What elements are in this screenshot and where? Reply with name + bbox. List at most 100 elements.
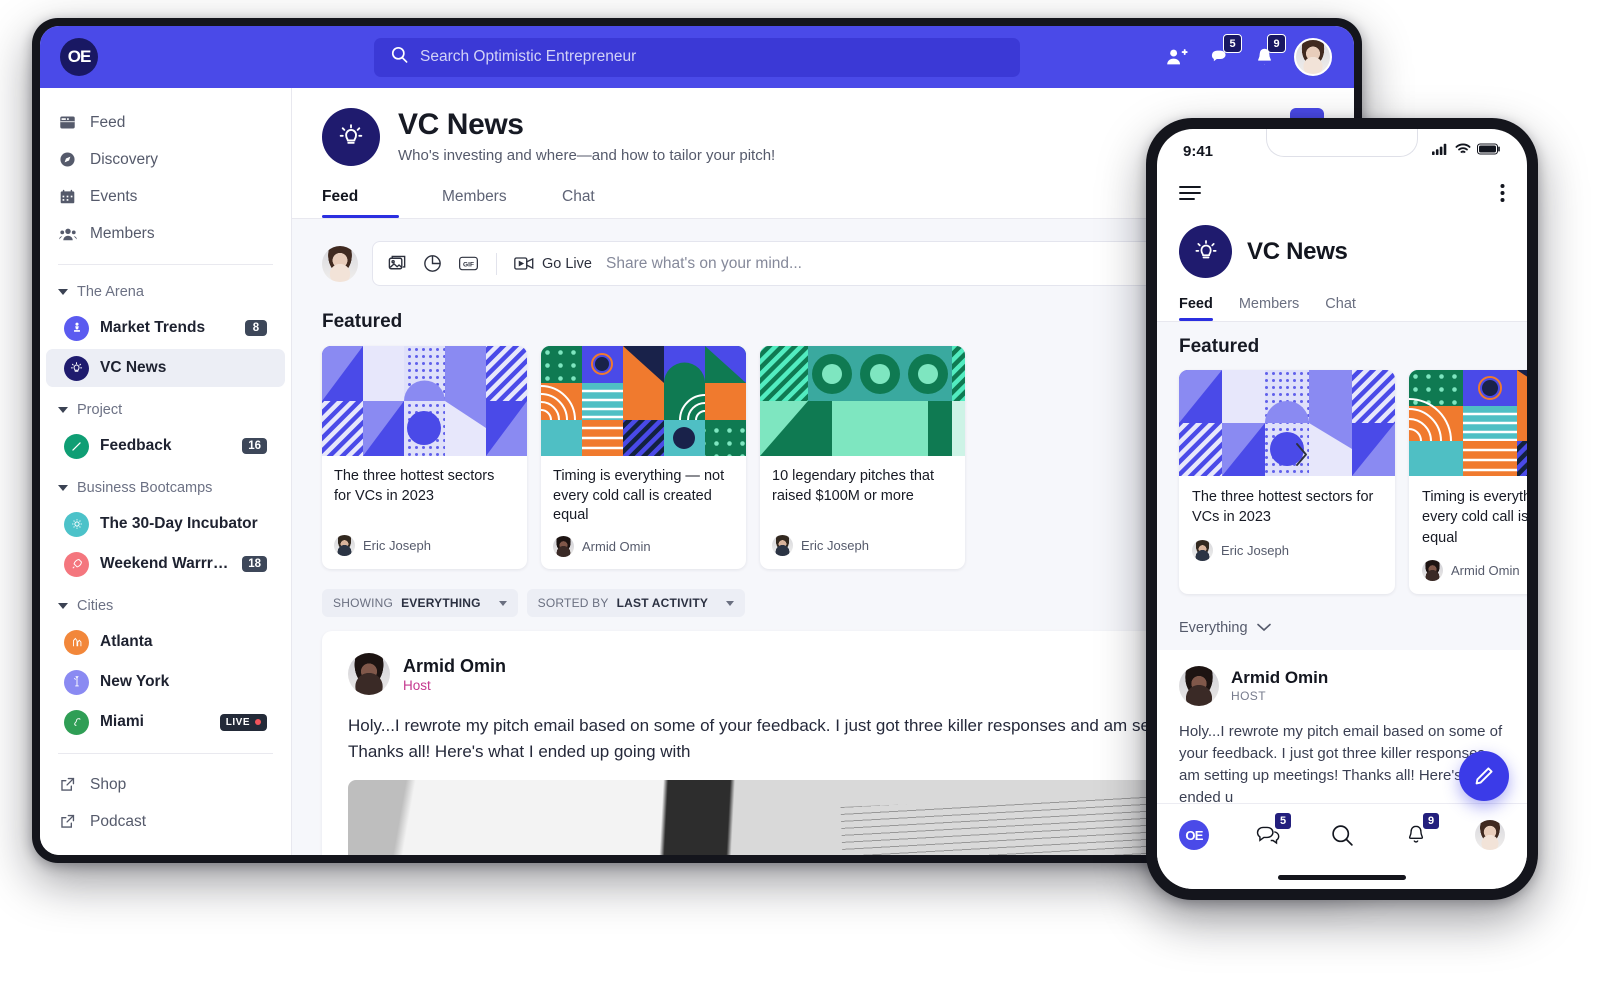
notifications-badge: 9 — [1267, 34, 1286, 53]
phone-featured-carousel[interactable]: The three hottest sectors for VCs in 202… — [1179, 370, 1527, 594]
phone-tab-feed[interactable]: Feed — [1179, 296, 1213, 321]
search-input[interactable] — [420, 48, 1004, 66]
sidebar-divider-footer — [58, 753, 273, 754]
brand-logo-icon[interactable]: OE — [60, 38, 98, 76]
composer-divider — [496, 252, 497, 275]
sidebar-channel-label: Miami — [100, 713, 144, 730]
phone-card-author: Eric Joseph — [1192, 539, 1382, 561]
carousel-next-chevron-right-icon[interactable] — [1293, 441, 1310, 473]
author-name: Armid Omin — [1451, 562, 1520, 578]
sidebar-item-feed[interactable]: Feed — [40, 104, 291, 141]
sidebar-channel-new-york[interactable]: New York — [46, 663, 285, 701]
phone-featured-card[interactable]: Timing is everything — not every cold ca… — [1409, 370, 1527, 594]
sidebar-item-events[interactable]: Events — [40, 178, 291, 215]
showing-value: EVERYTHING — [401, 596, 481, 611]
topbar-actions: 5 9 — [1162, 34, 1332, 76]
phone-group-row: VC News — [1179, 225, 1505, 278]
lightbulb-icon — [64, 355, 89, 381]
phone-post-author-avatar[interactable] — [1179, 665, 1219, 706]
tab-feed[interactable]: Feed — [322, 188, 442, 218]
sidebar-channel-label: New York — [100, 673, 170, 690]
phone-card-body: The three hottest sectors for VCs in 202… — [1179, 476, 1395, 574]
statue-of-liberty-icon — [64, 669, 89, 695]
bottomnav-profile-button[interactable] — [1472, 819, 1508, 851]
sorted-by-dropdown[interactable]: SORTED BY LAST ACTIVITY — [526, 589, 746, 618]
sidebar-group-label: Business Bootcamps — [77, 480, 213, 496]
live-badge: LIVE — [219, 713, 267, 731]
bottomnav-home-button[interactable]: OE — [1176, 819, 1212, 851]
sidebar-channel-feedback[interactable]: Feedback 16 — [46, 427, 285, 465]
go-live-icon — [514, 257, 534, 270]
card-author: Armid Omin — [553, 536, 734, 558]
sidebar-item-podcast[interactable]: Podcast — [40, 803, 291, 840]
poll-icon[interactable] — [422, 253, 443, 274]
phone-featured-card[interactable]: The three hottest sectors for VCs in 202… — [1179, 370, 1395, 594]
featured-card[interactable]: Timing is everything — not every cold ca… — [541, 346, 746, 570]
sidebar-channel-the-30-day-incubator[interactable]: The 30-Day Incubator — [46, 505, 285, 543]
phone-device-frame: 9:41 VC News Feed Members Chat Featured … — [1146, 118, 1538, 900]
messages-icon[interactable]: 5 — [1206, 34, 1242, 71]
phone-card-title: The three hottest sectors for VCs in 202… — [1192, 489, 1374, 526]
external-link-icon — [58, 812, 77, 831]
bottomnav-notifications-button[interactable]: 9 — [1398, 812, 1440, 851]
sidebar-group-cities[interactable]: Cities — [40, 591, 291, 621]
card-artwork-blue-geometric — [1179, 370, 1395, 476]
card-artwork-multicolor-geometric — [541, 346, 746, 456]
sidebar-group-business-bootcamps[interactable]: Business Bootcamps — [40, 473, 291, 503]
sidebar-divider — [58, 264, 273, 265]
search-bar[interactable] — [374, 37, 1020, 77]
image-icon[interactable] — [387, 253, 408, 274]
phone-post-author-role: HOST — [1231, 689, 1266, 704]
phone-filter-dropdown[interactable]: Everything — [1157, 609, 1527, 650]
phone-tab-members[interactable]: Members — [1239, 296, 1299, 321]
sidebar-channel-label: Weekend Warrrior — [100, 555, 232, 572]
topbar-avatar[interactable] — [1294, 38, 1332, 76]
battery-icon — [1477, 142, 1501, 160]
live-badge-label: LIVE — [225, 716, 250, 728]
phone-top-nav — [1157, 173, 1527, 217]
notifications-icon[interactable]: 9 — [1250, 34, 1286, 71]
sidebar-channel-vc-news[interactable]: VC News — [46, 349, 285, 387]
sidebar-item-discovery[interactable]: Discovery — [40, 141, 291, 178]
card-body: 10 legendary pitches that raised $100M o… — [760, 456, 965, 568]
phone-tab-chat[interactable]: Chat — [1325, 296, 1356, 321]
featured-card[interactable]: 10 legendary pitches that raised $100M o… — [760, 346, 965, 570]
sidebar-channel-label: VC News — [100, 359, 167, 376]
chevron-down-icon — [58, 485, 68, 491]
more-vertical-icon[interactable] — [1500, 183, 1505, 208]
hamburger-menu-icon[interactable] — [1179, 185, 1201, 206]
post-author-avatar[interactable] — [348, 653, 390, 696]
bottomnav-messages-button[interactable]: 5 — [1250, 812, 1292, 851]
post-author-block: Armid Omin Host — [403, 656, 506, 693]
showing-filter-dropdown[interactable]: SHOWING EVERYTHING — [322, 589, 518, 618]
gif-icon[interactable]: GIF — [457, 253, 480, 274]
chevron-down-icon — [58, 407, 68, 413]
group-avatar-lightbulb-icon — [322, 108, 380, 166]
sidebar-channel-market-trends[interactable]: Market Trends 8 — [46, 309, 285, 347]
sidebar-channel-label: Feedback — [100, 437, 172, 454]
compose-pencil-icon[interactable] — [1459, 751, 1509, 801]
sidebar-group-project[interactable]: Project — [40, 395, 291, 425]
go-live-button[interactable]: Go Live — [513, 255, 592, 272]
app-topbar: OE Search Optimistic Entrepreneur 5 9 — [40, 26, 1354, 88]
sidebar-group-the-arena[interactable]: The Arena — [40, 277, 291, 307]
sidebar-channel-atlanta[interactable]: Atlanta — [46, 623, 285, 661]
phone-filter-label: Everything — [1179, 619, 1248, 636]
sidebar-channel-weekend-warrrior[interactable]: Weekend Warrrior 18 — [46, 545, 285, 583]
group-subtitle: Who's investing and where—and how to tai… — [398, 147, 776, 164]
tab-chat[interactable]: Chat — [562, 188, 682, 218]
sorted-value: LAST ACTIVITY — [616, 596, 709, 611]
add-person-icon[interactable] — [1162, 43, 1190, 71]
card-artwork-blue-geometric — [322, 346, 527, 456]
card-author: Eric Joseph — [334, 535, 515, 556]
sorted-label: SORTED BY — [537, 596, 609, 611]
people-icon — [58, 224, 77, 243]
sidebar-item-members[interactable]: Members — [40, 215, 291, 252]
featured-card[interactable]: The three hottest sectors for VCs in 202… — [322, 346, 527, 570]
tab-members[interactable]: Members — [442, 188, 562, 218]
bottomnav-notifications-badge: 9 — [1422, 812, 1440, 830]
bottomnav-search-button[interactable] — [1324, 819, 1360, 851]
sidebar-channel-miami[interactable]: Miami LIVE — [46, 703, 285, 741]
wifi-icon — [1455, 142, 1471, 160]
sidebar-item-shop[interactable]: Shop — [40, 766, 291, 803]
